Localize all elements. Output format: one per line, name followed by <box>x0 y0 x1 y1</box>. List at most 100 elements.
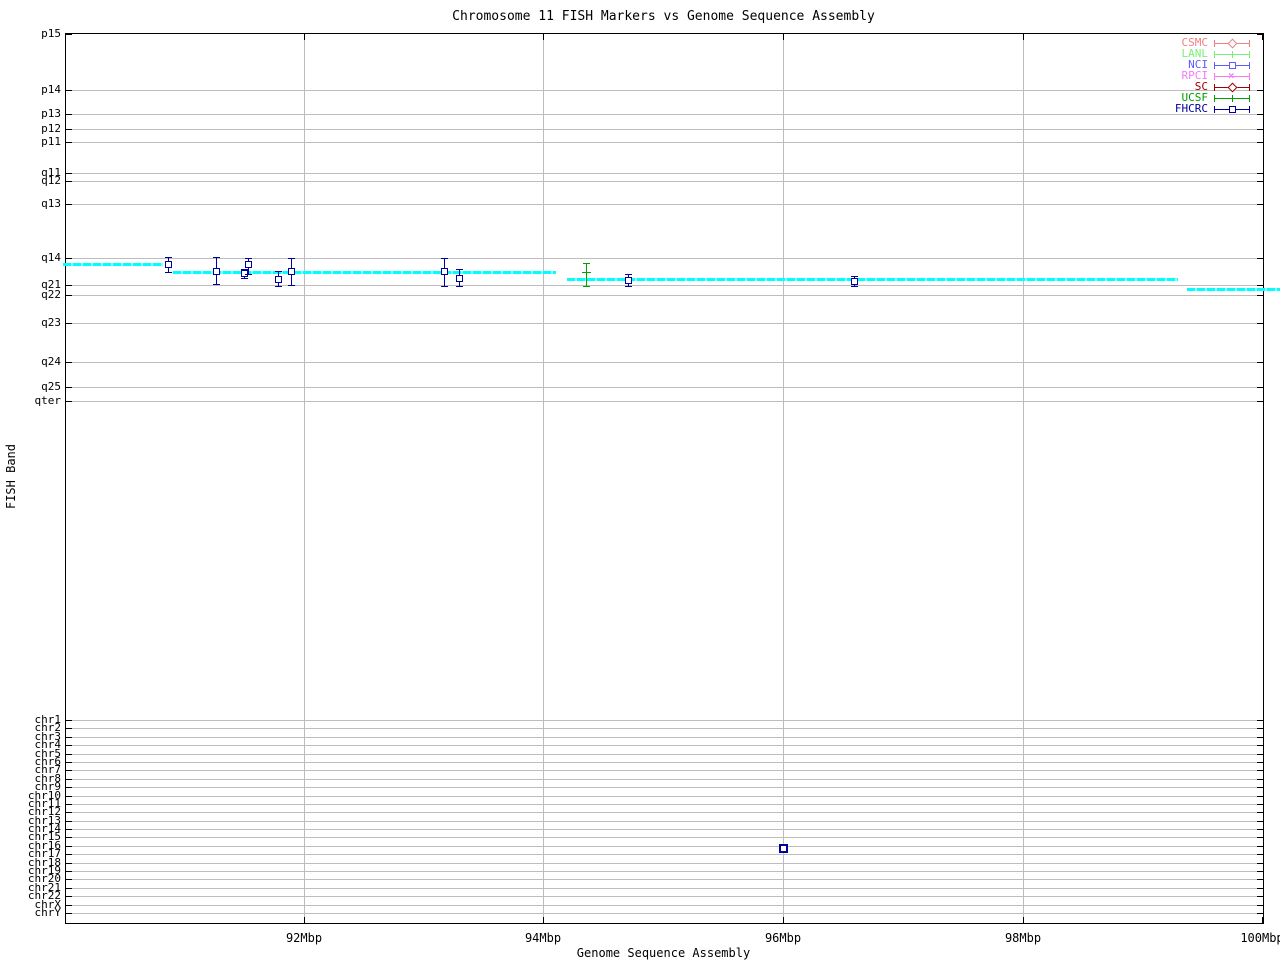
axis-tick <box>66 737 72 738</box>
error-bar-cap <box>245 258 252 259</box>
error-bar-cap <box>165 257 172 258</box>
axis-tick <box>1257 387 1263 388</box>
lanl-marker-icon <box>1232 51 1233 58</box>
legend-sample-cap <box>1214 40 1215 47</box>
axis-tick <box>66 204 72 205</box>
legend-sample-cap <box>1249 51 1250 58</box>
gridline <box>66 821 1263 822</box>
axis-tick <box>1257 401 1263 402</box>
axis-tick <box>66 401 72 402</box>
axis-tick <box>1257 812 1263 813</box>
gridline <box>66 812 1263 813</box>
gridline <box>66 787 1263 788</box>
axis-tick <box>66 90 72 91</box>
axis-tick <box>66 728 72 729</box>
axis-tick <box>66 387 72 388</box>
axis-tick <box>783 917 784 923</box>
band-tick-label: p14 <box>41 83 61 96</box>
gridline <box>66 387 1263 388</box>
gridline <box>66 285 1263 286</box>
axis-tick <box>66 829 72 830</box>
axis-tick <box>1257 796 1263 797</box>
ucsf-marker-icon <box>1232 95 1233 102</box>
axis-tick <box>66 285 72 286</box>
gridline <box>66 871 1263 872</box>
error-bar-cap <box>583 263 590 264</box>
axis-tick <box>1257 737 1263 738</box>
axis-tick <box>1257 362 1263 363</box>
axis-tick <box>66 896 72 897</box>
legend-label: FHCRC <box>1174 102 1208 115</box>
axis-tick <box>66 905 72 906</box>
gridline <box>66 142 1263 143</box>
axis-tick <box>66 295 72 296</box>
x-axis-title: Genome Sequence Assembly <box>576 946 751 960</box>
gridline <box>66 129 1263 130</box>
gridline <box>66 728 1263 729</box>
axis-tick <box>1257 863 1263 864</box>
axis-tick <box>1257 779 1263 780</box>
axis-tick <box>66 34 72 35</box>
error-bar-cap <box>456 286 463 287</box>
legend-sample-cap <box>1214 84 1215 91</box>
gridline <box>66 796 1263 797</box>
error-bar-cap <box>851 276 858 277</box>
axis-tick <box>66 837 72 838</box>
axis-tick <box>1257 762 1263 763</box>
axis-tick <box>1257 295 1263 296</box>
axis-tick <box>66 863 72 864</box>
data-point-fhcrc <box>245 261 252 268</box>
band-tick-label: q12 <box>41 174 61 187</box>
gridline <box>66 745 1263 746</box>
axis-tick <box>66 762 72 763</box>
gridline <box>66 362 1263 363</box>
gridline <box>66 888 1263 889</box>
axis-tick <box>66 913 72 914</box>
axis-tick <box>66 754 72 755</box>
error-bar-cap <box>583 286 590 287</box>
error-bar-cap <box>288 285 295 286</box>
gridline <box>66 863 1263 864</box>
axis-tick <box>66 114 72 115</box>
legend-sample-cap <box>1249 106 1250 113</box>
legend-sample-cap <box>1249 95 1250 102</box>
data-point-fhcrc <box>851 278 858 285</box>
error-bar-cap <box>245 274 252 275</box>
gridline <box>66 905 1263 906</box>
axis-tick <box>66 821 72 822</box>
axis-tick <box>783 34 784 40</box>
x-tick-label: 98Mbp <box>1004 931 1042 945</box>
data-point-fhcrc <box>275 276 282 283</box>
axis-tick <box>1257 871 1263 872</box>
chart-title: Chromosome 11 FISH Markers vs Genome Seq… <box>452 9 875 24</box>
gridline <box>66 323 1263 324</box>
error-bar-cap <box>165 272 172 273</box>
band-tick-label: q25 <box>41 380 61 393</box>
band-tick-label: q22 <box>41 288 61 301</box>
error-bar-cap <box>275 271 282 272</box>
axis-tick <box>1257 879 1263 880</box>
axis-tick <box>1257 323 1263 324</box>
legend-sample-cap <box>1214 106 1215 113</box>
axis-tick <box>1257 846 1263 847</box>
axis-tick <box>1262 917 1263 923</box>
axis-tick <box>1257 142 1263 143</box>
x-tick-label: 92Mbp <box>285 931 323 945</box>
assembly-segment <box>1187 288 1280 291</box>
data-point-fhcrc <box>165 261 172 268</box>
axis-tick <box>1257 720 1263 721</box>
error-bar-cap <box>213 257 220 258</box>
fhcrc-marker-icon <box>1229 106 1236 113</box>
csmc-marker-icon <box>1227 38 1238 49</box>
axis-tick <box>66 720 72 721</box>
band-tick-label: qter <box>34 394 62 407</box>
axis-tick <box>1257 129 1263 130</box>
error-bar-cap <box>625 286 632 287</box>
legend-sample-cap <box>1249 73 1250 80</box>
band-tick-label: p15 <box>41 27 61 40</box>
band-tick-label: p12 <box>41 122 61 135</box>
axis-tick <box>1257 787 1263 788</box>
axis-tick <box>66 888 72 889</box>
error-bar-cap <box>851 286 858 287</box>
axis-tick <box>66 779 72 780</box>
